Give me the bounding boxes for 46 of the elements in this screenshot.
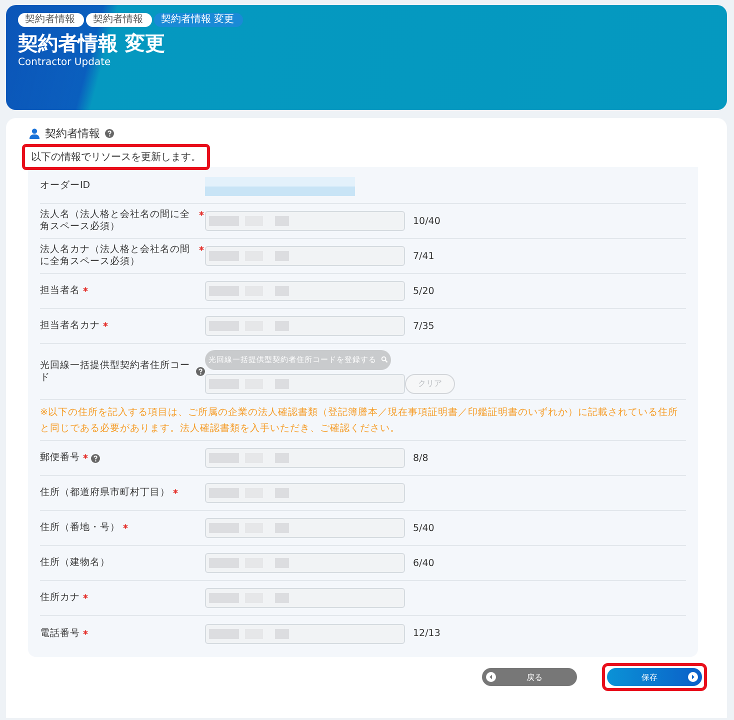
input-field[interactable] bbox=[205, 211, 405, 231]
notice-text: ※以下の住所を記入する項目は、ご所属の企業の法人確認書類（登記簿謄本／現在事項証明書／印鑑証明書のいずれか）に記載されている住所と同じである必要があります。法人確認書類を入手いただき、ご確認ください。 bbox=[40, 400, 686, 441]
character-counter: 8/8 bbox=[413, 452, 428, 464]
help-icon[interactable] bbox=[196, 367, 205, 376]
input-field[interactable] bbox=[205, 553, 405, 573]
character-counter: 7/35 bbox=[413, 320, 434, 332]
page-subtitle: Contractor Update bbox=[18, 57, 112, 68]
help-icon[interactable] bbox=[105, 129, 114, 138]
field-label: 法人名カナ（法人格と会社名の間に全角スペース必須） bbox=[40, 244, 191, 268]
page-title: 契約者情報 変更 bbox=[18, 30, 166, 56]
breadcrumb-item[interactable]: 契約者情報 変更 bbox=[154, 13, 244, 27]
field-label: オーダーID bbox=[40, 180, 90, 192]
input-field[interactable] bbox=[205, 518, 405, 538]
character-counter: 5/20 bbox=[413, 286, 434, 296]
breadcrumb-item[interactable]: 契約者情報 bbox=[86, 13, 152, 27]
character-counter: 5/40 bbox=[413, 522, 434, 534]
help-icon[interactable] bbox=[91, 454, 100, 462]
section-title: 契約者情報 bbox=[45, 126, 100, 141]
character-counter: 10/40 bbox=[413, 216, 440, 226]
input-field[interactable] bbox=[205, 448, 405, 468]
character-counter: 12/13 bbox=[413, 628, 440, 639]
input-field[interactable] bbox=[205, 316, 405, 336]
field-label: 担当者名カナ bbox=[40, 320, 100, 332]
input-field[interactable] bbox=[205, 624, 405, 644]
breadcrumb-item[interactable]: 契約者情報 bbox=[18, 13, 84, 27]
save-button[interactable]: 保存 bbox=[607, 668, 702, 686]
field-label: 住所カナ bbox=[40, 592, 80, 604]
character-counter: 7/41 bbox=[413, 250, 434, 262]
field-label: 法人名（法人格と会社名の間に全角スペース必須） bbox=[40, 209, 191, 233]
field-label: 担当者名 bbox=[40, 285, 80, 297]
input-field[interactable] bbox=[205, 281, 405, 301]
input-field[interactable] bbox=[205, 374, 405, 394]
input-field[interactable] bbox=[205, 588, 405, 608]
field-label: 住所（都道府県市町村丁目） bbox=[40, 487, 170, 499]
character-counter: 6/40 bbox=[413, 558, 434, 568]
field-label: 光回線一括提供型契約者住所コード bbox=[40, 360, 191, 384]
input-field[interactable] bbox=[205, 246, 405, 266]
field-label: 郵便番号 bbox=[40, 452, 80, 464]
search-icon bbox=[380, 356, 388, 363]
field-label: 電話番号 bbox=[40, 628, 80, 640]
person-icon bbox=[29, 128, 40, 139]
field-label: 住所（建物名） bbox=[40, 557, 110, 569]
field-label: 住所（番地・号） bbox=[40, 522, 120, 534]
input-field[interactable] bbox=[205, 483, 405, 503]
info-message: 以下の情報でリソースを更新します。 bbox=[22, 144, 210, 170]
back-button[interactable]: 戻る bbox=[482, 668, 577, 686]
